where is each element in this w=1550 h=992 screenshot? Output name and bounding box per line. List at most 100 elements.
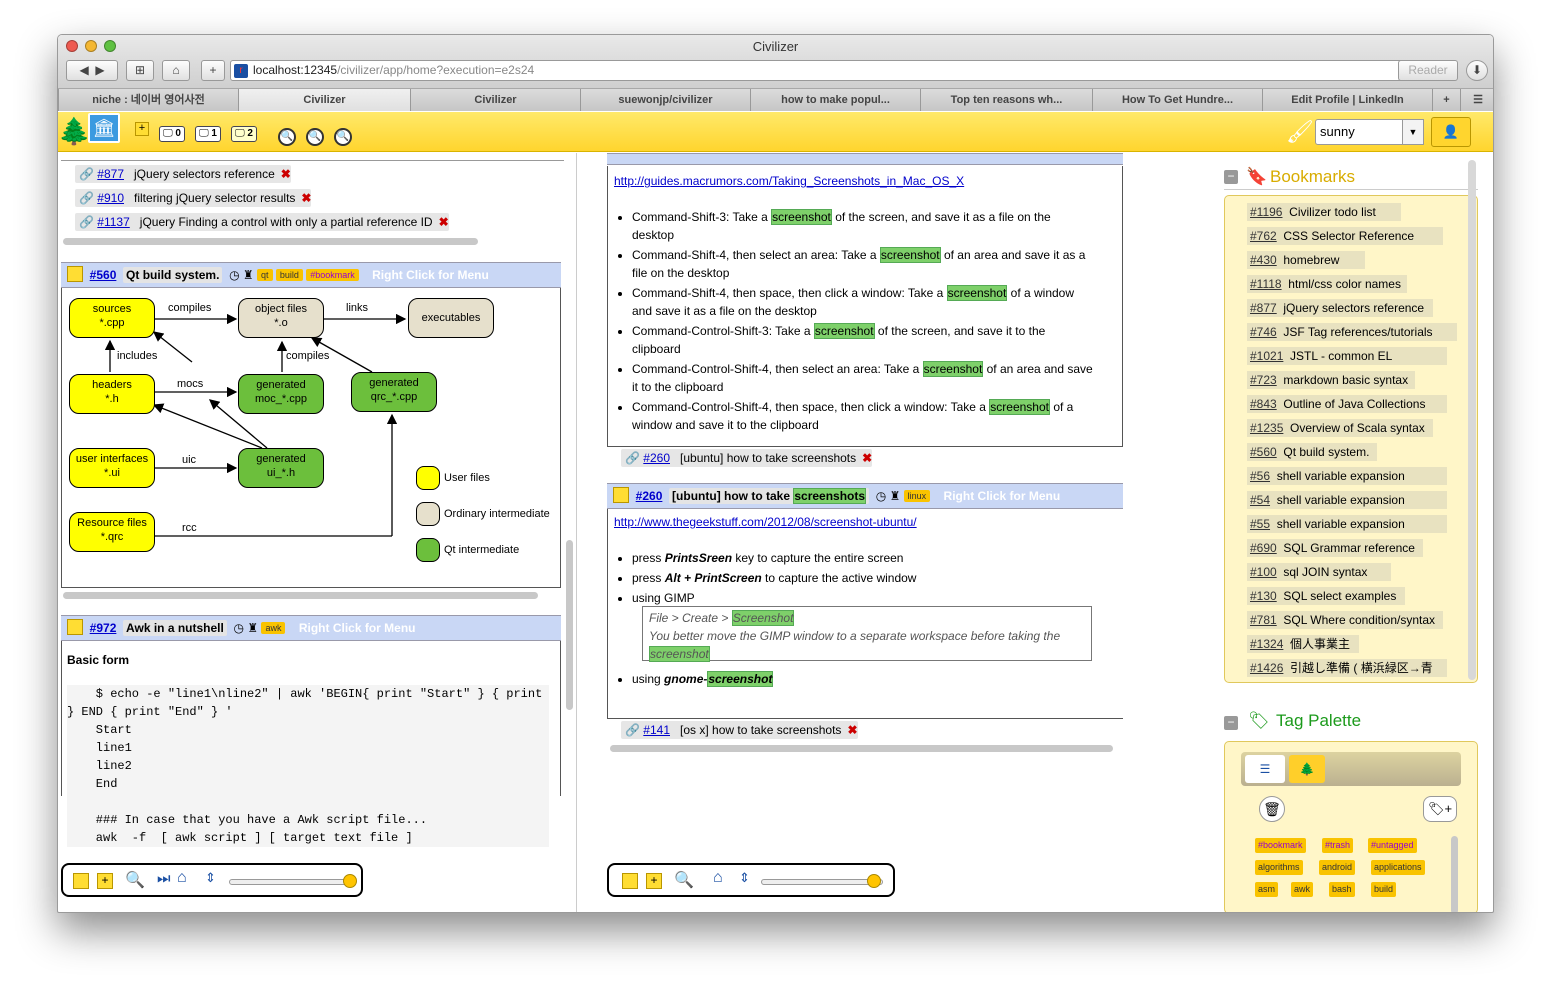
bookmark-item[interactable]: #55 shell variable expansion	[1247, 515, 1447, 533]
fragment-title[interactable]: [ubuntu] how to take screenshots	[669, 488, 870, 504]
tag-qt[interactable]: qt	[257, 269, 273, 281]
fragment-id[interactable]: #560	[90, 268, 117, 282]
zoom-slider[interactable]	[761, 879, 883, 885]
bookmark-item[interactable]: #430 homebrew	[1247, 251, 1365, 269]
bookmark-item[interactable]: #1426 引越し準備 ( 横浜緑区→青	[1247, 659, 1447, 677]
reference-item[interactable]: 🔗 #877 jQuery selectors reference ✖	[75, 165, 291, 183]
palette-tag[interactable]: #bookmark	[1255, 838, 1306, 853]
tab-civilizer-1[interactable]: Civilizer	[238, 89, 410, 111]
remove-icon[interactable]: ✖	[862, 451, 872, 465]
new-fragment-icon[interactable]: +	[646, 873, 662, 889]
search-panel-1-icon[interactable]: 🔍	[306, 128, 324, 146]
bookmark-item[interactable]: #100 sql JOIN syntax	[1247, 563, 1391, 581]
palette-tag[interactable]: #untagged	[1368, 838, 1417, 853]
bookmark-item[interactable]: #1196 Civilizer todo list	[1247, 203, 1401, 221]
tag-build[interactable]: build	[275, 269, 303, 281]
tab-how-to-make-popular[interactable]: how to make popul...	[750, 89, 920, 111]
tab-linkedin[interactable]: Edit Profile | LinkedIn	[1262, 89, 1432, 111]
ref-id[interactable]: #141	[643, 723, 670, 737]
fragment-header[interactable]: #560 Qt build system. ◷ ♜ qt build #book…	[61, 262, 561, 288]
palette-tag[interactable]: awk	[1291, 882, 1314, 897]
fragment-checkbox[interactable]	[67, 266, 83, 282]
search-icon[interactable]: 🔍	[125, 870, 145, 890]
tab-github-civilizer[interactable]: suewonjp/civilizer	[580, 89, 750, 111]
zoom-slider-knob[interactable]	[867, 874, 881, 888]
bookmark-item[interactable]: #690 SQL Grammar reference	[1247, 539, 1423, 557]
fragment-header[interactable]: #972 Awk in a nutshell ◷ ♜ awk Right Cli…	[61, 615, 561, 641]
bookmark-item[interactable]: #130 SQL select examples	[1247, 587, 1405, 605]
bookmark-item[interactable]: #54 shell variable expansion	[1247, 491, 1447, 509]
home-building-icon[interactable]: 🏛	[88, 113, 120, 143]
horizontal-scrollbar[interactable]	[63, 592, 538, 599]
monitor-1-button[interactable]: 🖵 1	[195, 126, 221, 142]
fragment-id[interactable]: #972	[90, 621, 117, 635]
reference-item[interactable]: 🔗 #260 [ubuntu] how to take screenshots ✖	[621, 449, 873, 467]
bookmark-item[interactable]: #1235 Overview of Scala syntax	[1247, 419, 1433, 437]
trash-icon[interactable]: 🗑	[1259, 796, 1285, 822]
horizontal-scrollbar[interactable]	[63, 238, 478, 245]
add-tag-icon[interactable]: 🏷+	[1423, 796, 1457, 822]
reference-item[interactable]: 🔗 #910 filtering jQuery selector results…	[75, 189, 312, 207]
palette-tag[interactable]: algorithms	[1255, 860, 1303, 875]
tab-naver-dictionary[interactable]: niche : 네이버 영어사전	[58, 89, 238, 111]
palette-tag[interactable]: #trash	[1322, 838, 1354, 853]
remove-icon[interactable]: ✖	[301, 191, 311, 205]
palette-tag[interactable]: bash	[1329, 882, 1355, 897]
bookmark-item[interactable]: #762 CSS Selector Reference	[1247, 227, 1443, 245]
palette-tag[interactable]: applications	[1371, 860, 1425, 875]
bookmark-item[interactable]: #723 markdown basic syntax	[1247, 371, 1415, 389]
bookmark-item[interactable]: #781 SQL Where condition/syntax	[1247, 611, 1443, 629]
bookmark-item[interactable]: #843 Outline of Java Collections	[1247, 395, 1447, 413]
vertical-scrollbar[interactable]	[1451, 836, 1458, 912]
fragment-id[interactable]: #260	[636, 489, 663, 503]
zoom-slider[interactable]	[229, 879, 353, 885]
tab-how-to-get-hundreds[interactable]: How To Get Hundre...	[1092, 89, 1262, 111]
search-panel-0-icon[interactable]: 🔍	[278, 128, 296, 146]
new-fragment-icon[interactable]: +	[97, 873, 113, 889]
fragment-checkbox[interactable]	[67, 619, 83, 635]
ref-id[interactable]: #260	[643, 451, 670, 465]
user-profile-icon[interactable]: 👤	[1431, 117, 1471, 147]
ref-id[interactable]: #910	[97, 191, 124, 205]
collapse-palette-icon[interactable]: −	[1224, 716, 1238, 730]
tab-civilizer-2[interactable]: Civilizer	[410, 89, 580, 111]
remove-icon[interactable]: ✖	[847, 723, 857, 737]
monitor-0-button[interactable]: 🖵 0	[159, 126, 185, 142]
ref-id[interactable]: #877	[97, 167, 124, 181]
username-field[interactable]: sunny	[1315, 119, 1415, 145]
bookmark-item[interactable]: #1324 個人事業主	[1247, 635, 1359, 653]
list-view-tab[interactable]: ☰	[1245, 755, 1285, 783]
bookmark-item[interactable]: #1021 JSTL - common EL	[1247, 347, 1447, 365]
bookmark-item[interactable]: #877 jQuery selectors reference	[1247, 299, 1433, 317]
bookmark-item[interactable]: #56 shell variable expansion	[1247, 467, 1447, 485]
ref-id[interactable]: #1137	[97, 215, 129, 229]
tab-top-ten-reasons[interactable]: Top ten reasons wh...	[920, 89, 1092, 111]
sort-icon[interactable]: ⇕	[739, 870, 750, 886]
bookmark-item[interactable]: #746 JSF Tag references/tutorials	[1247, 323, 1457, 341]
add-tab-button[interactable]: +	[1432, 89, 1460, 111]
source-link[interactable]: http://guides.macrumors.com/Taking_Scree…	[614, 174, 964, 188]
vertical-scrollbar[interactable]	[566, 540, 573, 710]
collapse-bookmarks-icon[interactable]: −	[1224, 170, 1238, 184]
source-link[interactable]: http://www.thegeekstuff.com/2012/08/scre…	[614, 515, 917, 529]
bookmark-item[interactable]: #560 Qt build system.	[1247, 443, 1377, 461]
last-page-icon[interactable]: ⏭	[157, 870, 171, 887]
tag-bookmark[interactable]: #bookmark	[306, 269, 359, 281]
fragment-header[interactable]: #260 [ubuntu] how to take screenshots ◷ …	[607, 483, 1123, 509]
new-tab-button[interactable]: +	[201, 60, 225, 81]
reference-item[interactable]: 🔗 #1137 jQuery Finding a control with on…	[75, 213, 449, 231]
fragment-checkbox[interactable]	[613, 487, 629, 503]
reader-button[interactable]: Reader	[1398, 60, 1458, 81]
reference-item[interactable]: 🔗 #141 [os x] how to take screenshots ✖	[621, 721, 858, 739]
tree-view-tab[interactable]: 🌲	[1289, 755, 1325, 783]
home-icon[interactable]: ⌂	[162, 60, 190, 81]
bookmark-item[interactable]: #1118 html/css color names	[1247, 275, 1407, 293]
monitor-2-button[interactable]: 🖵 2	[231, 126, 257, 142]
user-dropdown-icon[interactable]: ▼	[1402, 119, 1424, 145]
remove-icon[interactable]: ✖	[439, 215, 449, 229]
zoom-slider-knob[interactable]	[343, 874, 357, 888]
horizontal-scrollbar[interactable]	[610, 745, 1113, 752]
palette-tag[interactable]: asm	[1255, 882, 1279, 897]
search-icon[interactable]: 🔍	[674, 870, 694, 890]
page-scrollbar[interactable]	[1468, 160, 1476, 680]
